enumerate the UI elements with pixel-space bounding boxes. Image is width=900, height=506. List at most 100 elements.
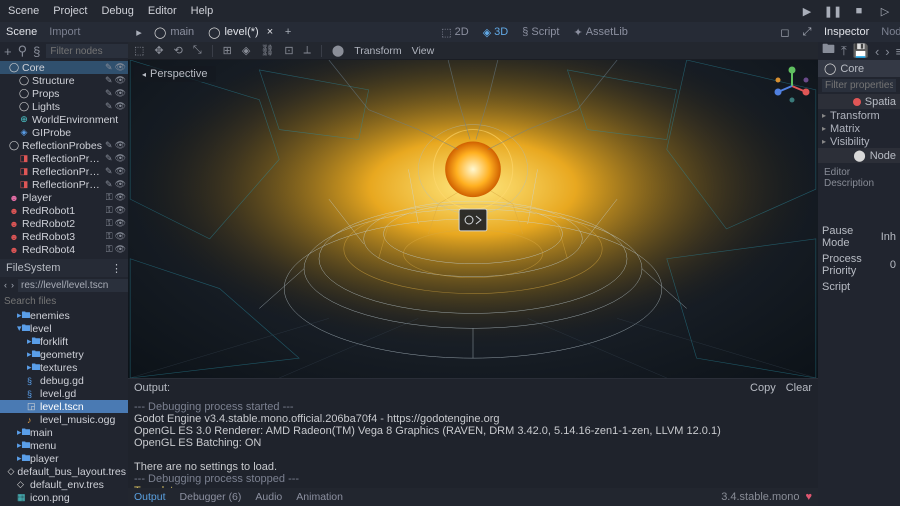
scene-tree-row[interactable]: ☻ RedRobot1 ⚿👁 <box>0 204 128 217</box>
add-scene-icon[interactable]: + <box>281 25 295 39</box>
btab-debugger[interactable]: Debugger (6) <box>180 491 242 503</box>
expand-scenes-icon[interactable]: ▸ <box>132 25 146 39</box>
btab-audio[interactable]: Audio <box>255 491 282 503</box>
filesystem-row[interactable]: ◲ level.tscn <box>0 400 128 413</box>
mode-3d[interactable]: ◈3D <box>477 24 515 41</box>
row-action-icon[interactable]: ⚿ <box>106 231 113 242</box>
filesystem-row[interactable]: ▸🖿 textures <box>0 361 128 374</box>
row-action-icon[interactable]: ⚿ <box>106 192 113 203</box>
scene-tree-row[interactable]: ◯ Props ✎👁 <box>0 87 128 100</box>
add-node-icon[interactable]: + <box>4 44 12 59</box>
row-action-icon[interactable]: ⚿ <box>106 218 113 229</box>
inspector-class-spatial[interactable]: Spatia <box>818 94 900 109</box>
row-action-icon[interactable]: ✎ <box>105 179 113 190</box>
resource-new-icon[interactable]: 🖿 <box>822 40 835 62</box>
inspector-group-transform[interactable]: ▸Transform <box>818 109 900 122</box>
row-action-icon[interactable]: ✎ <box>105 140 113 151</box>
tab-node[interactable]: Node <box>881 26 900 38</box>
prop-script[interactable]: Script <box>818 279 900 295</box>
lock-icon[interactable]: ⛓ <box>260 44 274 57</box>
scene-tree-row[interactable]: ◈ GIProbe <box>0 126 128 139</box>
row-action-icon[interactable]: 👁 <box>115 231 126 242</box>
filesystem-row[interactable]: § level.gd <box>0 387 128 400</box>
3d-viewport[interactable]: ◂ Perspective <box>128 60 818 378</box>
ruler-icon[interactable]: ⟂ <box>304 44 311 57</box>
row-action-icon[interactable]: 👁 <box>115 140 126 151</box>
expand-icon[interactable]: ⤢ <box>800 25 814 39</box>
attach-script-icon[interactable]: § <box>33 44 40 59</box>
heart-icon[interactable]: ♥ <box>805 491 812 503</box>
scene-tree-row[interactable]: ◯ Structure ✎👁 <box>0 74 128 87</box>
prop-process-priority[interactable]: Process Priority0 <box>818 251 900 279</box>
row-action-icon[interactable]: 👁 <box>115 153 126 164</box>
snap-tool-icon[interactable]: ⊞ <box>223 44 232 57</box>
select-tool-icon[interactable]: ⬚ <box>134 44 144 57</box>
distraction-free-icon[interactable]: ◻ <box>778 25 792 39</box>
scene-tree-row[interactable]: ☻ RedRobot4 ⚿👁 <box>0 243 128 256</box>
stop-icon[interactable]: ■ <box>852 4 866 18</box>
mode-script[interactable]: §Script <box>516 24 565 40</box>
local-space-icon[interactable]: ◈ <box>242 44 250 57</box>
history-fwd-icon[interactable]: › <box>885 44 889 59</box>
perspective-label[interactable]: ◂ Perspective <box>134 66 216 82</box>
row-action-icon[interactable]: ⚿ <box>106 205 113 216</box>
row-action-icon[interactable]: 👁 <box>115 218 126 229</box>
row-action-icon[interactable]: ✎ <box>105 153 113 164</box>
menu-scene[interactable]: Scene <box>8 5 39 17</box>
row-action-icon[interactable]: 👁 <box>115 205 126 216</box>
menu-editor[interactable]: Editor <box>148 5 177 17</box>
tab-import[interactable]: Import <box>49 26 80 38</box>
pause-icon[interactable]: ❚❚ <box>826 4 840 18</box>
link-icon[interactable]: ⚲ <box>18 43 28 59</box>
row-action-icon[interactable]: 👁 <box>115 88 126 99</box>
filesystem-row[interactable]: § debug.gd <box>0 374 128 387</box>
inspector-group-matrix[interactable]: ▸Matrix <box>818 122 900 135</box>
tab-scene[interactable]: Scene <box>6 26 37 38</box>
filesystem-menu-icon[interactable]: ⋮ <box>111 262 122 275</box>
scene-tree[interactable]: ◯ Core ✎👁 ◯ Structure ✎👁 ◯ Props ✎👁 ◯ Li… <box>0 60 128 259</box>
nav-back-icon[interactable]: ‹ <box>4 278 7 292</box>
history-menu-icon[interactable]: ≡ <box>896 44 900 59</box>
row-action-icon[interactable]: 👁 <box>115 244 126 255</box>
mode-assetlib[interactable]: ✦AssetLib <box>567 24 633 41</box>
inspector-filter-input[interactable] <box>822 79 896 92</box>
row-action-icon[interactable]: 👁 <box>115 62 126 73</box>
row-action-icon[interactable]: ✎ <box>105 62 113 73</box>
row-action-icon[interactable]: 👁 <box>115 101 126 112</box>
history-back-icon[interactable]: ‹ <box>875 44 879 59</box>
scene-tree-row[interactable]: ☻ RedRobot3 ⚿👁 <box>0 230 128 243</box>
row-action-icon[interactable]: 👁 <box>115 166 126 177</box>
close-tab-icon[interactable]: × <box>267 26 273 38</box>
viewport-gizmo[interactable] <box>772 66 812 106</box>
view-menu[interactable]: View <box>412 45 435 57</box>
nav-fwd-icon[interactable]: › <box>11 278 14 292</box>
menu-project[interactable]: Project <box>53 5 87 17</box>
scene-tree-row[interactable]: ☻ Player ⚿👁 <box>0 191 128 204</box>
row-action-icon[interactable]: ✎ <box>105 75 113 86</box>
menu-debug[interactable]: Debug <box>101 5 133 17</box>
output-copy-button[interactable]: Copy <box>750 382 776 394</box>
mode-2d[interactable]: ⬚2D <box>435 24 474 41</box>
resource-load-icon[interactable]: ⤒ <box>841 43 847 59</box>
prop-pause-mode[interactable]: Pause ModeInh <box>818 223 900 251</box>
row-action-icon[interactable]: 👁 <box>115 179 126 190</box>
row-action-icon[interactable]: 👁 <box>115 75 126 86</box>
btab-animation[interactable]: Animation <box>296 491 343 503</box>
editor-description[interactable]: Editor Description <box>818 163 900 193</box>
filesystem-row[interactable]: ▾🖿 level <box>0 322 128 335</box>
scene-tree-row[interactable]: ◨ ReflectionProbe1 ✎👁 <box>0 152 128 165</box>
filesystem-tree[interactable]: ▸🖿 enemies ▾🖿 level ▸🖿 forklift ▸🖿 geome… <box>0 309 128 506</box>
row-action-icon[interactable]: ✎ <box>105 101 113 112</box>
scene-tree-row[interactable]: ⊕ WorldEnvironment <box>0 113 128 126</box>
scene-tree-row[interactable]: ◯ ReflectionProbes ✎👁 <box>0 139 128 152</box>
filesystem-search-input[interactable] <box>4 295 136 308</box>
scale-tool-icon[interactable]: ⤡ <box>193 44 202 57</box>
play-scene-icon[interactable]: ▷ <box>878 4 892 18</box>
scene-tree-row[interactable]: ◨ ReflectionProbe2 ✎👁 <box>0 165 128 178</box>
filesystem-row[interactable]: ◇ default_env.tres <box>0 478 128 491</box>
resource-save-icon[interactable]: 💾 <box>853 43 869 59</box>
filesystem-row[interactable]: ◇ default_bus_layout.tres <box>0 465 128 478</box>
scene-tree-row[interactable]: ◯ Lights ✎👁 <box>0 100 128 113</box>
group-icon[interactable]: ⊡ <box>284 44 293 57</box>
filesystem-row[interactable]: ▸🖿 forklift <box>0 335 128 348</box>
